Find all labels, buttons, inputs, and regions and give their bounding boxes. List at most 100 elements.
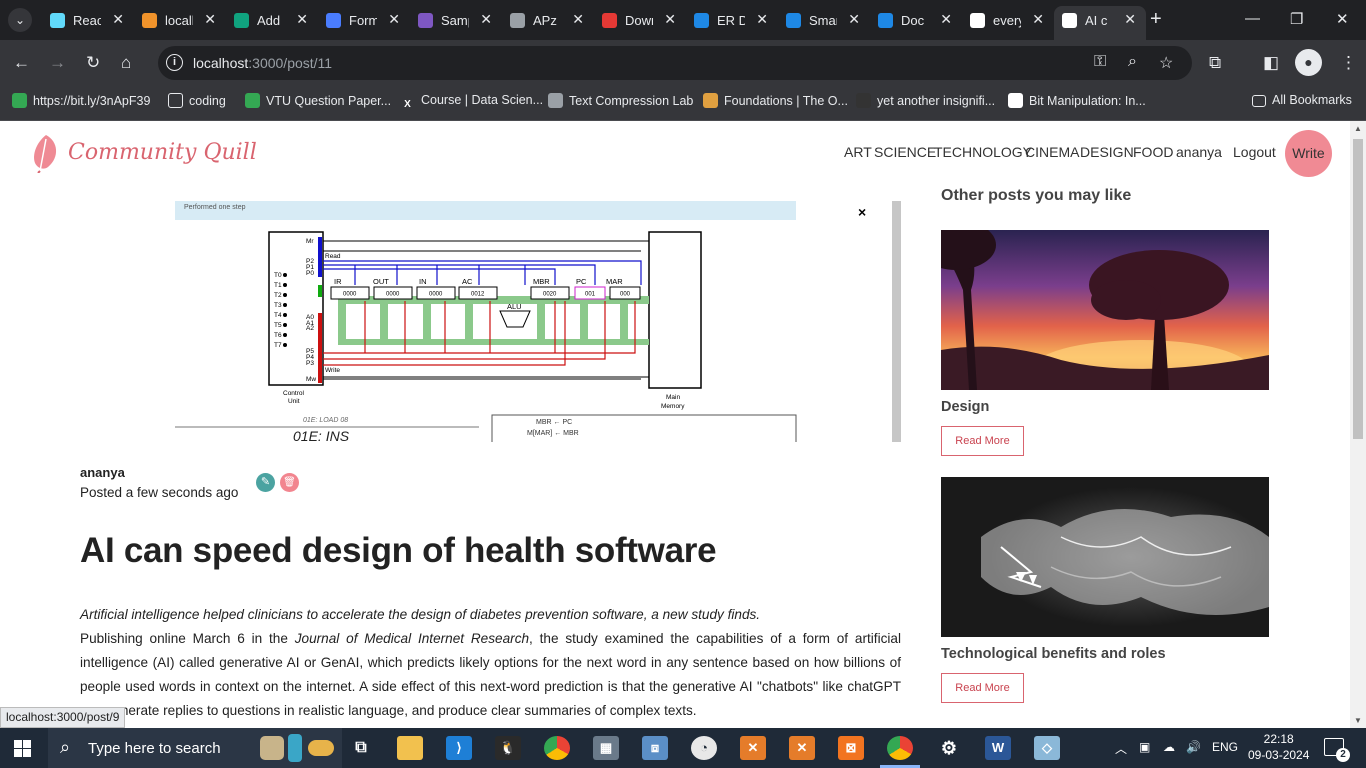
- chrome-icon[interactable]: [544, 736, 570, 760]
- tab-3[interactable]: Add ✕: [226, 6, 318, 34]
- bookmark-item[interactable]: coding: [168, 93, 226, 108]
- bookmark-item[interactable]: VTU Question Paper...: [245, 93, 391, 108]
- cu-t1: T1: [274, 282, 282, 289]
- tab-close-icon[interactable]: ✕: [296, 11, 308, 28]
- tab-12[interactable]: AI c ✕: [1054, 6, 1146, 40]
- taskbar-search-box[interactable]: ⌕ Type here to search: [48, 728, 342, 768]
- forward-icon[interactable]: →: [49, 53, 66, 73]
- tab-2[interactable]: localhost ✕: [134, 6, 226, 34]
- edit-post-button[interactable]: ✎: [256, 473, 275, 492]
- tray-chevron-icon[interactable]: ︿: [1115, 740, 1127, 757]
- xampp-icon[interactable]: ⊠: [838, 736, 864, 760]
- tab-close-icon[interactable]: ✕: [480, 11, 492, 28]
- tray-language[interactable]: ENG: [1212, 740, 1238, 754]
- tray-volume-icon[interactable]: 🔊: [1186, 740, 1201, 754]
- settings-icon[interactable]: ⚙: [936, 736, 962, 760]
- tab-close-icon[interactable]: ✕: [756, 11, 768, 28]
- tray-clock[interactable]: 22:18 09-03-2024: [1248, 731, 1309, 763]
- tab-9[interactable]: Smart ✕: [778, 6, 870, 34]
- write-button[interactable]: Write: [1285, 130, 1332, 177]
- bookmark-item[interactable]: X Course | Data Scien...: [400, 93, 543, 112]
- extensions-icon[interactable]: ⧉: [1209, 53, 1221, 73]
- profile-avatar-icon[interactable]: ●: [1295, 49, 1322, 76]
- sidebar-post-image-tech[interactable]: [941, 477, 1269, 637]
- scroll-up-icon[interactable]: ▲: [1354, 124, 1362, 133]
- vscode-icon[interactable]: ⟩: [446, 736, 472, 760]
- tab-close-icon[interactable]: ✕: [848, 11, 860, 28]
- tab-title: Form: [349, 13, 377, 28]
- zoom-icon[interactable]: ⌕: [1128, 53, 1137, 71]
- tab-search-button[interactable]: ⌄: [8, 8, 32, 32]
- sidebar-post-title-design[interactable]: Design: [941, 399, 989, 415]
- tray-cloud-icon[interactable]: ☁: [1163, 740, 1175, 754]
- new-tab-button[interactable]: +: [1150, 9, 1162, 29]
- windows-start-icon[interactable]: [14, 740, 32, 757]
- calculator-icon[interactable]: ▦: [593, 736, 619, 760]
- nav-user[interactable]: ananya: [1176, 144, 1222, 160]
- bookmark-item[interactable]: https://bit.ly/3nApF39: [12, 93, 150, 108]
- bookmark-star-icon[interactable]: ☆: [1159, 53, 1173, 73]
- close-window-button[interactable]: ✕: [1336, 10, 1349, 28]
- tab-10[interactable]: Doc ✕: [870, 6, 962, 34]
- nav-technology[interactable]: TECHNOLOGY: [934, 144, 1032, 160]
- all-bookmarks-button[interactable]: All Bookmarks: [1252, 93, 1352, 107]
- image-close-button[interactable]: ×: [858, 204, 866, 220]
- sidebar-post-image-design[interactable]: [941, 230, 1269, 390]
- address-bar[interactable]: i localhost:3000/post/11 ⚿ ⌕ ☆: [158, 46, 1192, 80]
- nav-food[interactable]: FOOD: [1133, 144, 1173, 160]
- side-panel-icon[interactable]: ◧: [1263, 53, 1279, 73]
- tab-6[interactable]: APz ✕: [502, 6, 594, 34]
- image-scrollbar[interactable]: [892, 201, 901, 442]
- chrome-active-icon[interactable]: [887, 736, 913, 760]
- tab-close-icon[interactable]: ✕: [112, 11, 124, 28]
- tab-close-icon[interactable]: ✕: [940, 11, 952, 28]
- tab-1[interactable]: React ✕: [42, 6, 134, 34]
- reload-icon[interactable]: ↻: [86, 53, 100, 73]
- bookmark-item[interactable]: Text Compression Lab: [548, 93, 693, 108]
- tab-close-icon[interactable]: ✕: [664, 11, 676, 28]
- tab-7[interactable]: Download ✕: [594, 6, 686, 34]
- password-key-icon[interactable]: ⚿: [1094, 53, 1106, 71]
- tab-5[interactable]: Sample ✕: [410, 6, 502, 34]
- minimize-button[interactable]: —: [1245, 10, 1260, 27]
- nav-art[interactable]: ART: [844, 144, 872, 160]
- tab-4[interactable]: Form ✕: [318, 6, 410, 34]
- nav-cinema[interactable]: CINEMA: [1025, 144, 1079, 160]
- sidebar-post-title-tech[interactable]: Technological benefits and roles: [941, 646, 1166, 662]
- tab-11[interactable]: every ✕: [962, 6, 1054, 34]
- delete-post-button[interactable]: 🗑: [280, 473, 299, 492]
- git-tool-2-icon[interactable]: ✕: [789, 736, 815, 760]
- restore-button[interactable]: ❐: [1290, 10, 1303, 28]
- scroll-down-icon[interactable]: ▼: [1354, 716, 1362, 725]
- tab-close-icon[interactable]: ✕: [572, 11, 584, 28]
- tab-close-icon[interactable]: ✕: [388, 11, 400, 28]
- home-icon[interactable]: ⌂: [121, 53, 131, 73]
- network-share-icon[interactable]: ⧈: [642, 736, 668, 760]
- bookmark-item[interactable]: Bit Manipulation: In...: [1008, 93, 1146, 108]
- tab-close-icon[interactable]: ✕: [204, 11, 216, 28]
- nav-science[interactable]: SCIENCE: [874, 144, 936, 160]
- word-icon[interactable]: W: [985, 736, 1011, 760]
- bookmark-item[interactable]: yet another insignifi...: [856, 93, 995, 108]
- file-explorer-icon[interactable]: [397, 736, 423, 760]
- tray-network-icon[interactable]: ▣: [1139, 740, 1150, 754]
- git-tool-icon[interactable]: ✕: [740, 736, 766, 760]
- nav-logout[interactable]: Logout: [1233, 144, 1276, 160]
- back-icon[interactable]: ←: [13, 53, 30, 73]
- bookmark-item[interactable]: Foundations | The O...: [703, 93, 848, 108]
- menu-kebab-icon[interactable]: ⋮: [1340, 53, 1357, 73]
- nav-design[interactable]: DESIGN: [1080, 144, 1134, 160]
- linux-terminal-icon[interactable]: 🐧: [495, 736, 521, 760]
- tab-8[interactable]: ER D ✕: [686, 6, 778, 34]
- tab-close-icon[interactable]: ✕: [1124, 11, 1136, 28]
- tab-close-icon[interactable]: ✕: [1032, 11, 1044, 28]
- read-more-button-tech[interactable]: Read More: [941, 673, 1024, 703]
- read-more-button-design[interactable]: Read More: [941, 426, 1024, 456]
- pencil-icon: ✎: [260, 476, 271, 488]
- site-info-icon[interactable]: i: [166, 54, 183, 71]
- whatsapp-icon[interactable]: ◔: [691, 736, 717, 760]
- notes-icon[interactable]: ◇: [1034, 736, 1060, 760]
- task-view-icon[interactable]: ⧉: [348, 736, 374, 760]
- page-scrollbar[interactable]: ▲ ▼: [1350, 121, 1366, 728]
- scrollbar-thumb[interactable]: [1353, 139, 1363, 439]
